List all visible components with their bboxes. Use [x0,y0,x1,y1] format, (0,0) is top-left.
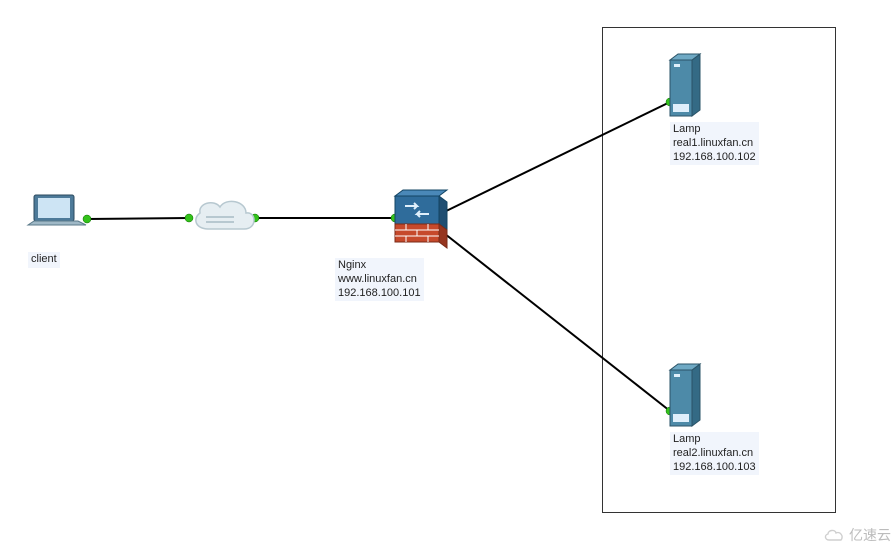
label-text: client [31,253,57,267]
label-text: Lamp [673,123,756,137]
watermark: 亿速云 [823,525,891,545]
cloud-logo-icon [823,527,845,543]
laptop-icon [28,195,86,225]
server2-label: Lamp real2.linuxfan.cn 192.168.100.103 [670,432,759,475]
links [87,102,670,411]
nginx-label: Nginx www.linuxfan.cn 192.168.100.101 [335,258,424,301]
diagram-canvas: client Nginx www.linuxfan.cn 192.168.100… [0,0,895,547]
label-text: 192.168.100.102 [673,151,756,165]
label-text: www.linuxfan.cn [338,273,421,287]
client-label: client [28,252,60,268]
cloud-icon [196,201,254,229]
label-text: Lamp [673,433,756,447]
label-text: 192.168.100.101 [338,287,421,301]
firewall-icon [395,190,447,248]
link-endpoints [83,98,674,415]
server1-label: Lamp real1.linuxfan.cn 192.168.100.102 [670,122,759,165]
label-text: Nginx [338,259,421,273]
label-text: real1.linuxfan.cn [673,137,756,151]
watermark-text: 亿速云 [849,525,891,545]
label-text: real2.linuxfan.cn [673,447,756,461]
label-text: 192.168.100.103 [673,461,756,475]
